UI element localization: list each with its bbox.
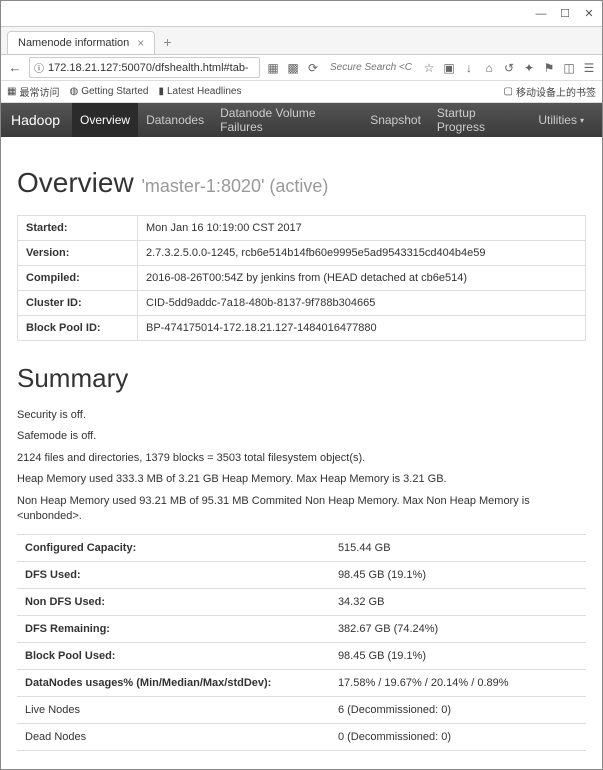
chevron-down-icon: ▾ bbox=[580, 116, 584, 125]
table-row: Version:2.7.3.2.5.0.0-1245, rcb6e514b14f… bbox=[18, 241, 586, 266]
nav-volume-failures[interactable]: Datanode Volume Failures bbox=[212, 103, 362, 137]
grid-icon: ▦ bbox=[7, 86, 16, 97]
info-icon: ⓘ bbox=[34, 60, 44, 75]
summary-heading: Summary bbox=[17, 363, 586, 394]
pocket-icon[interactable]: ▣ bbox=[442, 61, 456, 75]
bookmark-most-visited[interactable]: ▦最常访问 bbox=[7, 84, 59, 99]
minimize-button[interactable]: — bbox=[534, 7, 548, 21]
table-row: Configured Capacity:515.44 GB bbox=[17, 535, 586, 562]
grid-icon[interactable]: ▦ bbox=[266, 61, 280, 75]
table-row: Dead Nodes0 (Decommissioned: 0) bbox=[17, 724, 586, 751]
globe-icon: ◍ bbox=[69, 86, 78, 97]
live-nodes-link[interactable]: Live Nodes bbox=[17, 697, 330, 724]
back-button[interactable]: ← bbox=[7, 60, 23, 75]
brand[interactable]: Hadoop bbox=[11, 112, 60, 128]
browser-tab[interactable]: Namenode information × bbox=[7, 31, 155, 54]
url-input[interactable]: ⓘ 172.18.21.127:50070/dfshealth.html#tab… bbox=[29, 57, 260, 78]
table-row: DFS Used:98.45 GB (19.1%) bbox=[17, 562, 586, 589]
bookmark-mobile[interactable]: ▢移动设备上的书签 bbox=[504, 84, 596, 99]
page-subtitle: 'master-1:8020' (active) bbox=[141, 176, 328, 196]
maximize-button[interactable]: ☐ bbox=[558, 7, 572, 21]
dead-nodes-link[interactable]: Dead Nodes bbox=[17, 724, 330, 751]
tab-close-icon[interactable]: × bbox=[137, 36, 144, 50]
page-title: Overview 'master-1:8020' (active) bbox=[17, 167, 586, 199]
search-input[interactable] bbox=[326, 60, 416, 75]
nav-snapshot[interactable]: Snapshot bbox=[362, 103, 429, 137]
nav-overview[interactable]: Overview bbox=[72, 103, 138, 137]
window-titlebar: — ☐ ✕ bbox=[1, 1, 602, 27]
nav-utilities[interactable]: Utilities▾ bbox=[530, 103, 592, 137]
nav-startup[interactable]: Startup Progress bbox=[429, 103, 530, 137]
browser-toolbar-icons: ▦ ▩ ⟳ ☆ ▣ ↓ ⌂ ↺ ✦ ⚑ ◫ ☰ bbox=[266, 60, 596, 75]
table-row: Started:Mon Jan 16 10:19:00 CST 2017 bbox=[18, 216, 586, 241]
table-row: Live Nodes6 (Decommissioned: 0) bbox=[17, 697, 586, 724]
home-icon[interactable]: ⌂ bbox=[482, 61, 496, 75]
rss-icon: ▮ bbox=[158, 86, 164, 97]
summary-table: Configured Capacity:515.44 GB DFS Used:9… bbox=[17, 534, 586, 751]
table-row: Non DFS Used:34.32 GB bbox=[17, 589, 586, 616]
summary-text: Security is off. Safemode is off. 2124 f… bbox=[17, 408, 586, 524]
app-navbar: Hadoop Overview Datanodes Datanode Volum… bbox=[1, 103, 602, 137]
menu-icon[interactable]: ☰ bbox=[582, 61, 596, 75]
close-button[interactable]: ✕ bbox=[582, 7, 596, 21]
url-bar: ← ⓘ 172.18.21.127:50070/dfshealth.html#t… bbox=[1, 55, 602, 81]
reload-button[interactable]: ⟳ bbox=[306, 61, 320, 75]
flag-icon[interactable]: ⚑ bbox=[542, 61, 556, 75]
bookmark-bar: ▦最常访问 ◍Getting Started ▮Latest Headlines… bbox=[1, 81, 602, 103]
overview-table: Started:Mon Jan 16 10:19:00 CST 2017 Ver… bbox=[17, 215, 586, 341]
nav-datanodes[interactable]: Datanodes bbox=[138, 103, 212, 137]
folder-icon: ▢ bbox=[504, 86, 513, 97]
download-icon[interactable]: ↓ bbox=[462, 61, 476, 75]
table-row: DFS Remaining:382.67 GB (74.24%) bbox=[17, 616, 586, 643]
history-icon[interactable]: ↺ bbox=[502, 61, 516, 75]
table-row: Cluster ID:CID-5dd9addc-7a18-480b-8137-9… bbox=[18, 291, 586, 316]
table-row: Compiled:2016-08-26T00:54Z by jenkins fr… bbox=[18, 266, 586, 291]
tab-title: Namenode information bbox=[18, 37, 129, 49]
bookmark-icon[interactable]: ✦ bbox=[522, 61, 536, 75]
tab-strip: Namenode information × + bbox=[1, 27, 602, 55]
table-row: Block Pool Used:98.45 GB (19.1%) bbox=[17, 643, 586, 670]
sidebar-icon[interactable]: ◫ bbox=[562, 61, 576, 75]
table-row: Block Pool ID:BP-474175014-172.18.21.127… bbox=[18, 316, 586, 341]
new-tab-button[interactable]: + bbox=[155, 30, 179, 54]
table-row: DataNodes usages% (Min/Median/Max/stdDev… bbox=[17, 670, 586, 697]
star-icon[interactable]: ☆ bbox=[422, 61, 436, 75]
url-text: 172.18.21.127:50070/dfshealth.html#tab- bbox=[48, 62, 249, 74]
bookmark-getting-started[interactable]: ◍Getting Started bbox=[69, 86, 148, 97]
bookmark-latest-headlines[interactable]: ▮Latest Headlines bbox=[158, 86, 241, 97]
grid2-icon[interactable]: ▩ bbox=[286, 61, 300, 75]
